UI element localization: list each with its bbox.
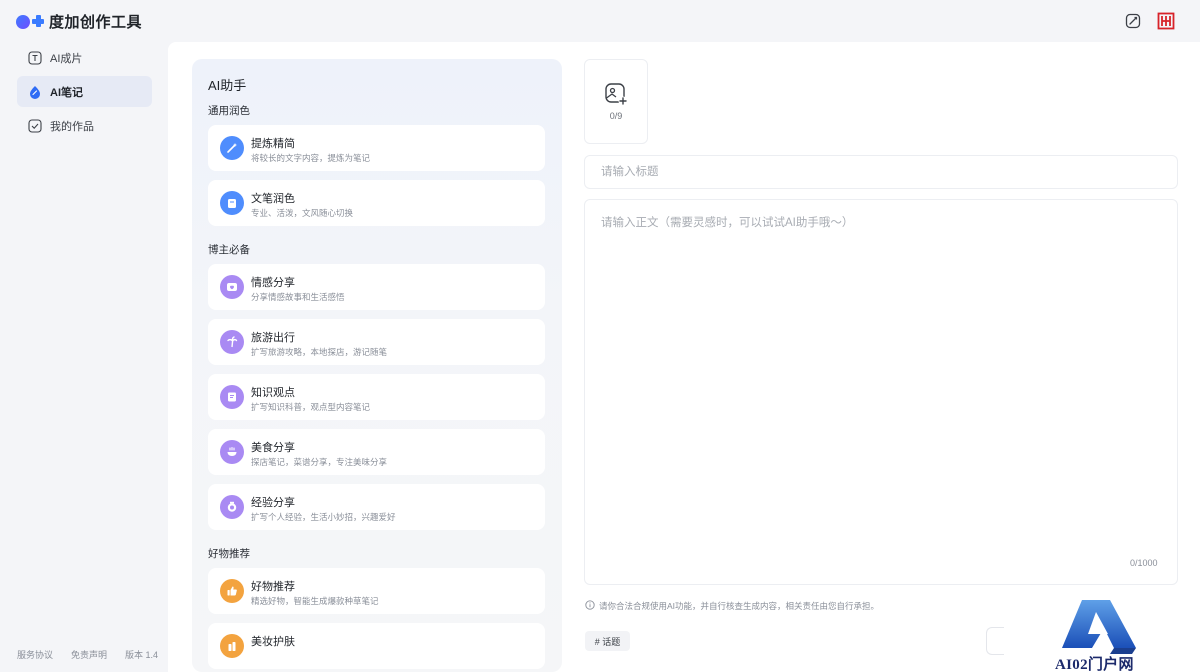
ai-assistant-panel: AI助手 通用润色 提炼精简 将较长的文字内容，提炼为笔记 文笔润色 专业、活泼… bbox=[192, 59, 562, 672]
ai-panel-title: AI助手 bbox=[208, 78, 247, 93]
card-food[interactable]: 美食分享 探店笔记，菜谱分享，专注美味分享 bbox=[208, 429, 545, 475]
disclaimer-link[interactable]: 免责声明 bbox=[71, 648, 107, 661]
sidebar: AI成片 AI笔记 我的作品 服务协议 免责声明 版本 1.4 bbox=[0, 42, 168, 672]
card-polish[interactable]: 文笔润色 专业、活泼，文风随心切换 bbox=[208, 180, 545, 226]
sidebar-item-ai-video[interactable]: AI成片 bbox=[17, 42, 152, 73]
card-title: 提炼精简 bbox=[251, 138, 295, 150]
card-desc: 扩写知识科普，观点型内容笔记 bbox=[251, 402, 371, 412]
card-travel[interactable]: 旅游出行 扩写旅游攻略，本地探店，游记随笔 bbox=[208, 319, 545, 365]
check-box-icon bbox=[28, 118, 42, 133]
sidebar-item-my-works[interactable]: 我的作品 bbox=[17, 110, 152, 141]
section-label: 博主必备 bbox=[208, 244, 250, 256]
card-title: 旅游出行 bbox=[251, 332, 295, 344]
char-counter: 0/1000 bbox=[1130, 558, 1158, 568]
version-label: 版本 1.4 bbox=[125, 650, 159, 660]
sidebar-item-label: AI成片 bbox=[50, 52, 83, 65]
card-desc: 扩写个人经验，生活小妙招，兴趣爱好 bbox=[251, 512, 396, 522]
title-input[interactable] bbox=[584, 155, 1178, 189]
upload-count: 0/9 bbox=[609, 111, 623, 121]
top-bar: 度加创作工具 bbox=[0, 0, 1200, 42]
app-title: 度加创作工具 bbox=[49, 14, 143, 31]
cup-icon bbox=[220, 191, 244, 215]
usage-notice: 请你合法合规使用AI功能，并自行核查生成内容，相关责任由您自行承担。 bbox=[585, 600, 879, 612]
card-desc: 探店笔记，菜谱分享，专注美味分享 bbox=[251, 457, 388, 467]
magic-wand-icon bbox=[220, 136, 244, 160]
main-content: AI助手 通用润色 提炼精简 将较长的文字内容，提炼为笔记 文笔润色 专业、活泼… bbox=[168, 42, 1200, 672]
card-title: 美妆护肤 bbox=[251, 636, 295, 648]
watermark-text: AI02门户网 bbox=[1055, 657, 1134, 672]
card-title: 经验分享 bbox=[251, 497, 295, 509]
note-drop-icon bbox=[28, 85, 42, 99]
badge-icon bbox=[220, 495, 244, 519]
edit-note-icon[interactable] bbox=[1124, 12, 1142, 30]
card-desc: 扩写旅游攻略，本地探店，游记随笔 bbox=[251, 347, 388, 357]
card-refine[interactable]: 提炼精简 将较长的文字内容，提炼为笔记 bbox=[208, 125, 545, 171]
sidebar-footer: 服务协议 免责声明 版本 1.4 bbox=[17, 648, 158, 661]
palm-tree-icon bbox=[220, 330, 244, 354]
card-goods[interactable]: 好物推荐 精选好物，智能生成爆款种草笔记 bbox=[208, 568, 545, 614]
book-icon bbox=[220, 385, 244, 409]
dish-icon bbox=[220, 440, 244, 464]
sidebar-item-label: 我的作品 bbox=[50, 120, 94, 133]
card-desc: 精选好物，智能生成爆款种草笔记 bbox=[251, 596, 379, 606]
sidebar-item-label: AI笔记 bbox=[50, 86, 83, 99]
card-knowledge[interactable]: 知识观点 扩写知识科普，观点型内容笔记 bbox=[208, 374, 545, 420]
card-title: 情感分享 bbox=[251, 277, 295, 289]
card-title: 文笔润色 bbox=[251, 193, 295, 205]
card-title: 好物推荐 bbox=[251, 581, 295, 593]
add-image-icon bbox=[604, 82, 628, 111]
heart-chat-icon bbox=[220, 275, 244, 299]
card-beauty[interactable]: 美妆护肤 bbox=[208, 623, 545, 669]
body-textarea[interactable] bbox=[584, 199, 1178, 585]
logo-mark-icon bbox=[16, 13, 44, 31]
card-experience[interactable]: 经验分享 扩写个人经验，生活小妙招，兴趣爱好 bbox=[208, 484, 545, 530]
action-button[interactable] bbox=[986, 627, 1004, 655]
app-logo[interactable]: 度加创作工具 bbox=[16, 11, 142, 32]
terms-link[interactable]: 服务协议 bbox=[17, 648, 53, 661]
section-label: 通用润色 bbox=[208, 105, 250, 117]
sidebar-item-ai-note[interactable]: AI笔记 bbox=[17, 76, 152, 107]
card-emotion[interactable]: 情感分享 分享情感故事和生活感悟 bbox=[208, 264, 545, 310]
card-title: 美食分享 bbox=[251, 442, 295, 454]
thumbs-up-icon bbox=[220, 579, 244, 603]
card-desc: 分享情感故事和生活感悟 bbox=[251, 292, 345, 302]
topic-tag-button[interactable]: # 话题 bbox=[585, 631, 630, 651]
text-box-icon bbox=[28, 50, 42, 65]
image-upload-button[interactable]: 0/9 bbox=[584, 59, 648, 144]
notice-text: 请你合法合规使用AI功能，并自行核查生成内容，相关责任由您自行承担。 bbox=[599, 601, 880, 611]
card-desc: 专业、活泼，文风随心切换 bbox=[251, 208, 354, 218]
cosmetics-icon bbox=[220, 634, 244, 658]
info-icon bbox=[585, 600, 595, 612]
brand-seal-icon[interactable] bbox=[1157, 12, 1175, 30]
section-label: 好物推荐 bbox=[208, 548, 250, 560]
card-desc: 将较长的文字内容，提炼为笔记 bbox=[251, 153, 371, 163]
card-title: 知识观点 bbox=[251, 387, 295, 399]
